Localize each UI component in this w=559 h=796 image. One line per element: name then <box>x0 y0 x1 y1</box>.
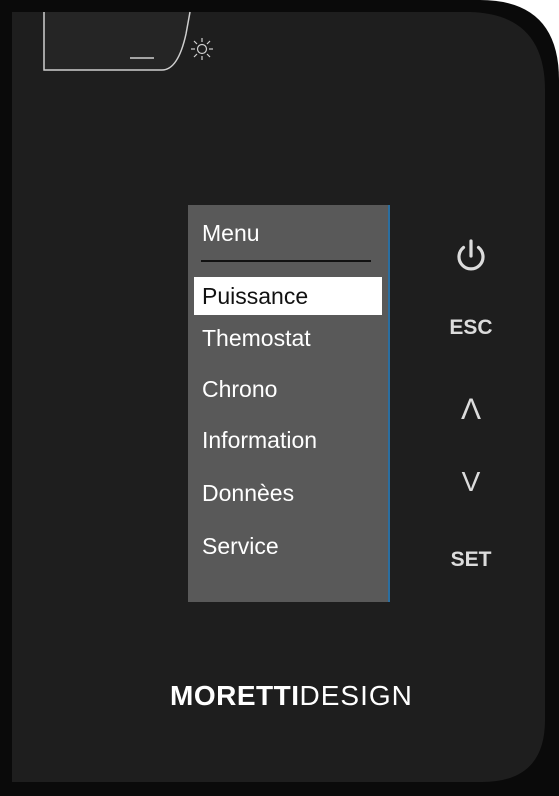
brand-strong: MORETTI <box>170 680 300 711</box>
display-screen: Menu Puissance Themostat Chrono Informat… <box>188 205 390 602</box>
sun-icon <box>191 38 213 60</box>
menu-item-information[interactable]: Information <box>194 421 382 459</box>
brand-light: DESIGN <box>299 680 413 711</box>
menu-item-puissance[interactable]: Puissance <box>194 277 382 315</box>
set-button[interactable]: SET <box>440 540 502 580</box>
menu-item-donnees[interactable]: Donnèes <box>194 474 382 512</box>
power-button[interactable] <box>440 231 502 281</box>
menu-item-themostat[interactable]: Themostat <box>194 319 382 357</box>
menu-item-service[interactable]: Service <box>194 527 382 565</box>
up-button[interactable]: Λ <box>440 390 502 430</box>
down-button[interactable]: V <box>440 462 502 502</box>
thermostat-device: Menu Puissance Themostat Chrono Informat… <box>0 0 559 796</box>
menu-divider <box>201 260 371 262</box>
esc-button[interactable]: ESC <box>440 308 502 348</box>
brand-logo: MORETTIDESIGN <box>170 676 430 716</box>
menu-title: Menu <box>202 220 260 246</box>
power-icon <box>457 239 485 271</box>
menu-item-chrono[interactable]: Chrono <box>194 370 382 408</box>
